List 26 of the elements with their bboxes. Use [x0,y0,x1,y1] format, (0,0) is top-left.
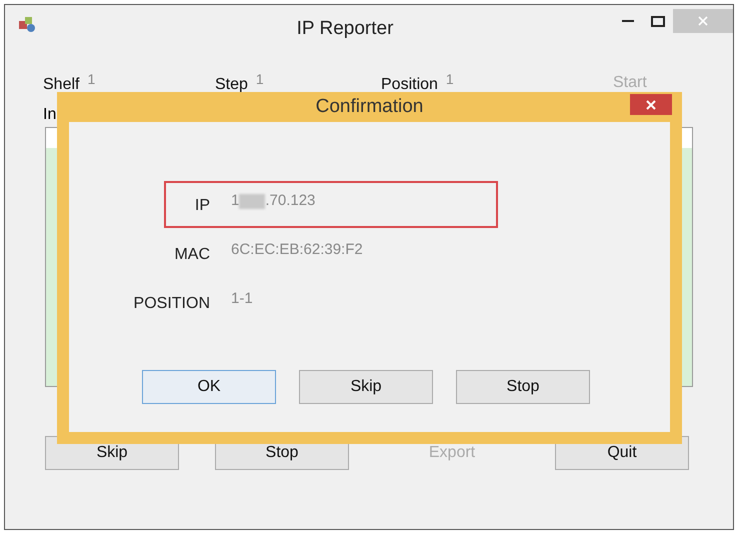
app-icon [17,15,37,33]
window-title: IP Reporter [296,17,394,41]
close-icon [698,16,708,26]
dialog-title: Confirmation [316,94,424,119]
close-icon [646,100,656,110]
maximize-icon [651,16,665,26]
close-button[interactable] [630,94,672,115]
field-label: IP [194,196,210,216]
redaction-mark [239,194,266,209]
field-value: 1 [231,191,240,212]
button[interactable]: OK [142,370,276,404]
field-value: .70.123 [265,191,316,212]
field-label: Step [215,75,248,95]
field-value: 1-1 [231,289,253,310]
field-label: MAC [173,244,210,264]
button[interactable]: Stop [456,370,590,404]
field-value: 6C:EC:EB:62:39:F2 [231,240,363,260]
list-label: In [43,106,56,123]
field-value: 1 [446,70,454,89]
button[interactable]: Skip [299,370,433,404]
field-value: 1 [256,70,264,89]
field-label: Position [381,75,438,95]
minimize-icon [622,20,634,22]
field-label: Shelf [43,75,80,95]
field-label: POSITION [132,294,210,314]
field-value: 1 [87,70,96,89]
